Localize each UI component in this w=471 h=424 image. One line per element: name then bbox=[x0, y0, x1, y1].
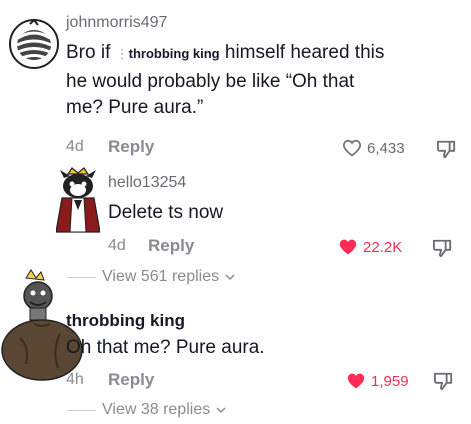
comment-text-end: himself heared this bbox=[219, 42, 385, 63]
like-count: 1,959 bbox=[371, 372, 409, 390]
reply-button[interactable]: Reply bbox=[148, 236, 194, 256]
reply-button[interactable]: Reply bbox=[108, 370, 154, 390]
like-button[interactable]: 1,959 bbox=[346, 372, 409, 390]
comment-text-start: Bro if bbox=[66, 42, 116, 63]
heart-icon bbox=[338, 238, 358, 256]
like-button[interactable]: 22.2K bbox=[338, 238, 402, 256]
comment-age: 4d bbox=[66, 138, 84, 155]
dislike-icon[interactable] bbox=[432, 371, 454, 391]
comment-text: Oh that me? Pure aura. bbox=[66, 337, 265, 358]
like-count: 22.2K bbox=[363, 238, 403, 256]
avatar-hello13254[interactable] bbox=[56, 166, 100, 234]
mention-link[interactable]: throbbing king bbox=[129, 46, 220, 61]
dislike-icon[interactable] bbox=[435, 139, 457, 159]
chevron-down-icon bbox=[225, 273, 235, 281]
view-replies-label: View 38 replies bbox=[102, 401, 211, 418]
comment-text-line2: he would probably be like “Oh that bbox=[66, 71, 355, 92]
like-count: 6,433 bbox=[367, 139, 405, 157]
avatar-johnmorris497[interactable] bbox=[8, 18, 60, 70]
comment-age: 4d bbox=[108, 237, 126, 254]
dislike-icon[interactable] bbox=[431, 238, 453, 258]
comment-age: 4h bbox=[66, 371, 84, 388]
heart-icon bbox=[342, 139, 362, 157]
view-replies-label: View 561 replies bbox=[102, 268, 220, 285]
mention-marker: ⋮ bbox=[115, 46, 129, 61]
view-replies-button[interactable]: View 38 replies bbox=[68, 401, 226, 419]
chevron-down-icon bbox=[216, 406, 226, 414]
view-replies-button[interactable]: View 561 replies bbox=[68, 268, 235, 286]
comment-username[interactable]: throbbing king bbox=[66, 311, 185, 331]
reply-button[interactable]: Reply bbox=[108, 137, 154, 157]
comment-username[interactable]: johnmorris497 bbox=[66, 14, 167, 32]
heart-icon bbox=[346, 372, 366, 390]
comment-text: Bro if ⋮throbbing king himself heared th… bbox=[66, 40, 466, 121]
comment-text: Delete ts now bbox=[108, 202, 224, 223]
comment-username[interactable]: hello13254 bbox=[108, 174, 186, 192]
divider-line bbox=[68, 409, 96, 411]
comment-text-line3: me? Pure aura.” bbox=[66, 97, 204, 118]
like-button[interactable]: 6,433 bbox=[342, 139, 405, 157]
